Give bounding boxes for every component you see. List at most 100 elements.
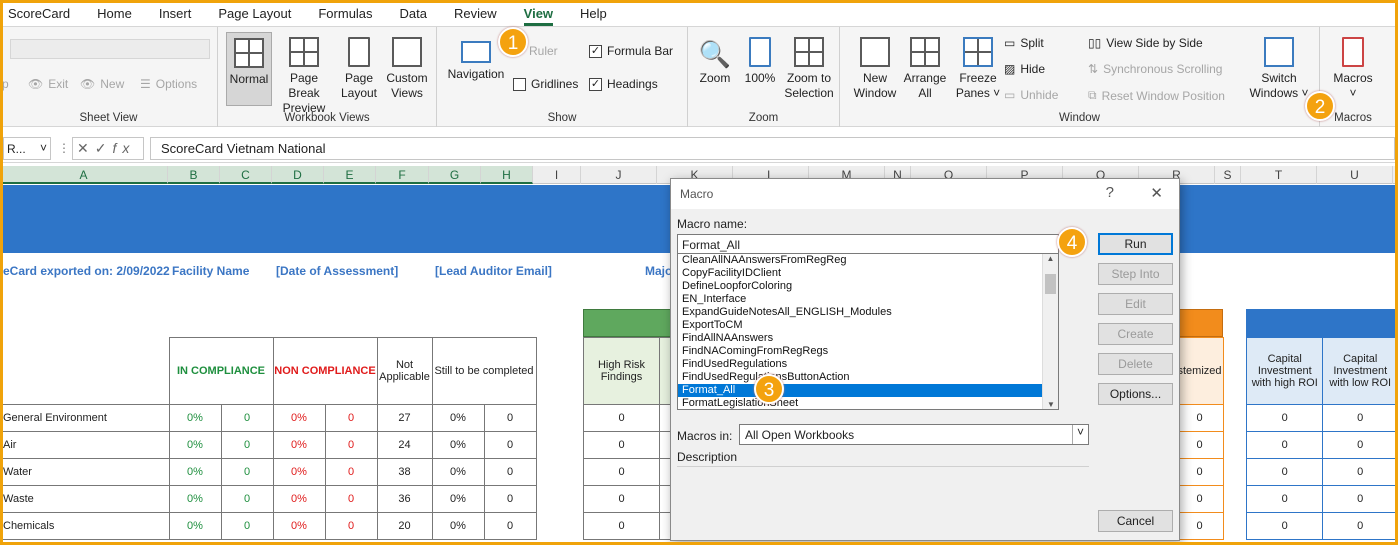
create-button[interactable]: Create bbox=[1098, 323, 1173, 345]
cancel-icon[interactable]: ✕ bbox=[77, 140, 95, 156]
exit-button[interactable]: 👁 Exit bbox=[28, 77, 68, 91]
cell-e[interactable]: 0 bbox=[324, 458, 378, 486]
edit-button[interactable]: Edit bbox=[1098, 293, 1173, 315]
cell-zero[interactable]: 0 bbox=[1322, 512, 1398, 540]
cell-e[interactable]: 0 bbox=[324, 512, 378, 540]
freeze-panes-button[interactable]: Freeze Panes ˅ bbox=[952, 37, 1004, 101]
cell-pct[interactable]: 0% bbox=[168, 431, 222, 459]
zoom-button[interactable]: 🔍 Zoom bbox=[694, 37, 736, 86]
cell-h[interactable]: 0 bbox=[483, 485, 537, 513]
macros-button[interactable]: Macros ˅ bbox=[1326, 37, 1380, 101]
column-header-d[interactable]: D bbox=[272, 166, 324, 184]
macro-list-item[interactable]: FindUsedRegulations bbox=[678, 358, 1058, 371]
macro-list-item[interactable]: CleanAllNAAnswersFromRegReg bbox=[678, 254, 1058, 267]
cell-c[interactable]: 0 bbox=[220, 458, 274, 486]
gridlines-checkbox[interactable]: Gridlines bbox=[513, 77, 578, 91]
column-header-f[interactable]: F bbox=[376, 166, 429, 184]
run-button[interactable]: Run bbox=[1098, 233, 1173, 255]
cell-zero[interactable]: 0 bbox=[1245, 458, 1324, 486]
cell-zero[interactable]: 0 bbox=[1245, 485, 1324, 513]
cell-c[interactable]: 0 bbox=[220, 512, 274, 540]
ruler-checkbox[interactable]: Ruler bbox=[529, 44, 558, 58]
macro-list-item[interactable]: DefineLoopforColoring bbox=[678, 280, 1058, 293]
macro-list-scrollbar[interactable]: ▲ ▼ bbox=[1042, 254, 1058, 409]
cell-e[interactable]: 0 bbox=[324, 404, 378, 432]
cell-c[interactable]: 0 bbox=[220, 431, 274, 459]
column-header-u[interactable]: U bbox=[1317, 166, 1393, 184]
zoom-to-selection-button[interactable]: Zoom to Selection bbox=[782, 37, 836, 101]
cell-na[interactable]: 20 bbox=[376, 512, 433, 540]
scroll-thumb[interactable] bbox=[1045, 274, 1056, 294]
cell-na[interactable]: 27 bbox=[376, 404, 433, 432]
cell-zero[interactable]: 0 bbox=[1175, 512, 1224, 540]
column-header-g[interactable]: G bbox=[429, 166, 481, 184]
cell-g[interactable]: 0% bbox=[431, 431, 485, 459]
macro-list-item[interactable]: FindAllNAAnswers bbox=[678, 332, 1058, 345]
zoom-100-button[interactable]: 100% bbox=[740, 37, 780, 86]
cell-zero[interactable]: 0 bbox=[583, 458, 660, 486]
column-header-b[interactable]: B bbox=[168, 166, 220, 184]
cell-name[interactable]: Waste bbox=[0, 485, 170, 513]
cell-zero[interactable]: 0 bbox=[1175, 431, 1224, 459]
cell-zero[interactable]: 0 bbox=[1322, 431, 1398, 459]
column-header-c[interactable]: C bbox=[220, 166, 272, 184]
normal-view-button[interactable]: Normal bbox=[226, 32, 272, 106]
cell-zero[interactable]: 0 bbox=[1175, 404, 1224, 432]
cell-pct[interactable]: 0% bbox=[168, 404, 222, 432]
macro-list-item[interactable]: EN_Interface bbox=[678, 293, 1058, 306]
page-layout-button[interactable]: Page Layout bbox=[336, 37, 382, 101]
cell-c[interactable]: 0 bbox=[220, 404, 274, 432]
cell-h[interactable]: 0 bbox=[483, 404, 537, 432]
hide-button[interactable]: ▨ Hide bbox=[1004, 62, 1045, 76]
column-header-j[interactable]: J bbox=[581, 166, 657, 184]
scroll-down-icon[interactable]: ▼ bbox=[1043, 400, 1058, 409]
cell-g[interactable]: 0% bbox=[431, 512, 485, 540]
options-button[interactable]: ☰ Options bbox=[140, 77, 197, 91]
cell-name[interactable]: General Environment bbox=[0, 404, 170, 432]
cell-pct2[interactable]: 0% bbox=[272, 512, 326, 540]
new-view-button[interactable]: 👁 New bbox=[80, 77, 124, 91]
function-icon[interactable]: fx bbox=[112, 140, 135, 156]
cell-zero[interactable]: 0 bbox=[1322, 458, 1398, 486]
cell-pct2[interactable]: 0% bbox=[272, 485, 326, 513]
tab-review[interactable]: Review bbox=[454, 0, 497, 27]
macro-list-item[interactable]: FindUsedRegulationsButtonAction bbox=[678, 371, 1058, 384]
headings-checkbox[interactable]: ✓ Headings bbox=[589, 77, 658, 91]
cell-na[interactable]: 24 bbox=[376, 431, 433, 459]
tab-formulas[interactable]: Formulas bbox=[318, 0, 372, 27]
cell-zero[interactable]: 0 bbox=[583, 404, 660, 432]
cell-zero[interactable]: 0 bbox=[583, 485, 660, 513]
cell-g[interactable]: 0% bbox=[431, 458, 485, 486]
cell-h[interactable]: 0 bbox=[483, 512, 537, 540]
formula-input[interactable]: ScoreCard Vietnam National bbox=[150, 137, 1395, 160]
step-into-button[interactable]: Step Into bbox=[1098, 263, 1173, 285]
synchronous-scrolling-button[interactable]: ⇅ Synchronous Scrolling bbox=[1088, 62, 1222, 76]
cell-g[interactable]: 0% bbox=[431, 404, 485, 432]
column-header-a[interactable]: A bbox=[0, 166, 168, 184]
tab-insert[interactable]: Insert bbox=[159, 0, 192, 27]
cell-zero[interactable]: 0 bbox=[1175, 458, 1224, 486]
cell-e[interactable]: 0 bbox=[324, 431, 378, 459]
unhide-button[interactable]: ▭ Unhide bbox=[1004, 88, 1058, 102]
column-header-s[interactable]: S bbox=[1215, 166, 1241, 184]
macro-list-item[interactable]: CopyFacilityIDClient bbox=[678, 267, 1058, 280]
macro-list[interactable]: CleanAllNAAnswersFromRegReg CopyFacilityI… bbox=[677, 254, 1059, 410]
custom-views-button[interactable]: Custom Views bbox=[382, 37, 432, 101]
column-header-i[interactable]: I bbox=[533, 166, 581, 184]
help-icon[interactable]: ? bbox=[1106, 184, 1114, 201]
split-button[interactable]: ▭ Split bbox=[1004, 36, 1044, 50]
name-box[interactable]: R... ˅ bbox=[3, 137, 51, 160]
macro-list-item[interactable]: ExportToCM bbox=[678, 319, 1058, 332]
tab-help[interactable]: Help bbox=[580, 0, 607, 27]
reset-window-position-button[interactable]: ⧉ Reset Window Position bbox=[1088, 88, 1225, 103]
confirm-icon[interactable]: ✓ bbox=[95, 140, 113, 156]
cell-zero[interactable]: 0 bbox=[583, 431, 660, 459]
cell-zero[interactable]: 0 bbox=[583, 512, 660, 540]
cell-zero[interactable]: 0 bbox=[1322, 485, 1398, 513]
new-window-button[interactable]: New Window bbox=[848, 37, 902, 101]
cell-h[interactable]: 0 bbox=[483, 431, 537, 459]
cell-e[interactable]: 0 bbox=[324, 485, 378, 513]
cell-pct[interactable]: 0% bbox=[168, 485, 222, 513]
sheet-view-dropdown[interactable] bbox=[10, 39, 210, 59]
cell-c[interactable]: 0 bbox=[220, 485, 274, 513]
